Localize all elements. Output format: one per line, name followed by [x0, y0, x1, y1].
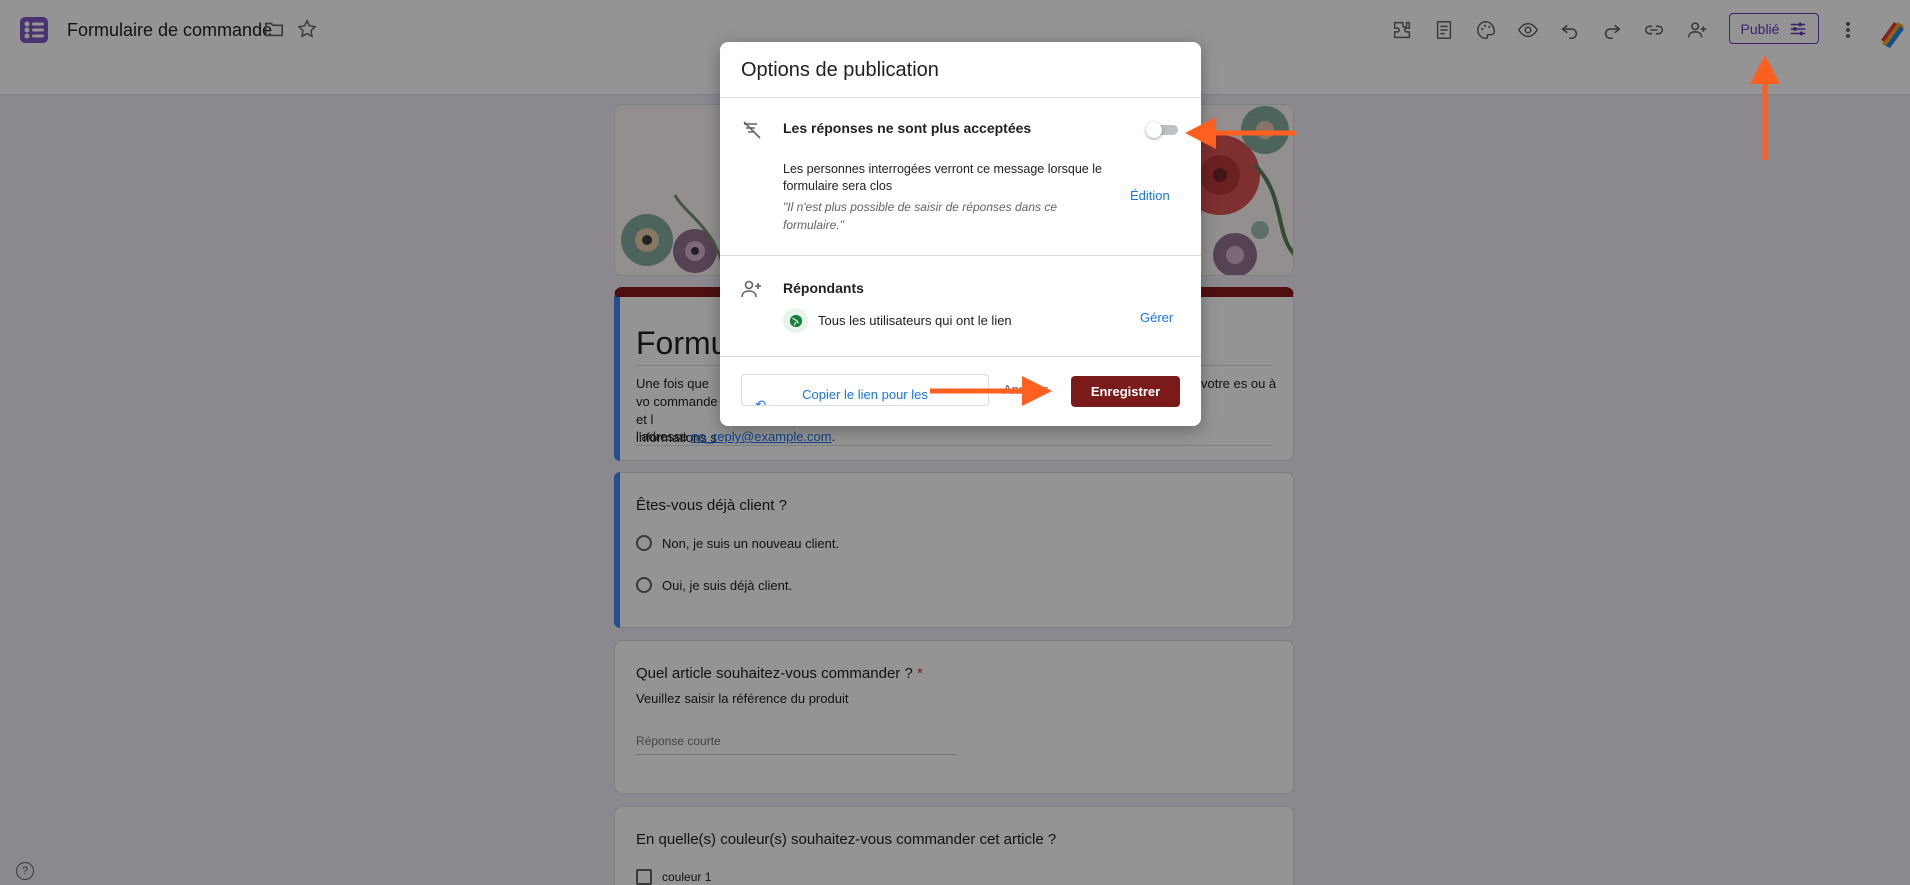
copy-link-button[interactable]: Copier le lien pour les ⟲ — [741, 374, 989, 406]
edit-message-link[interactable]: Édition — [1130, 188, 1170, 203]
responses-closed-label: Les réponses ne sont plus acceptées — [783, 120, 1032, 136]
responses-closed-icon — [743, 121, 761, 139]
toggle-knob — [1146, 122, 1162, 138]
closed-message-description: Les personnes interrogées verront ce mes… — [783, 162, 1102, 193]
respondents-label: Répondants — [783, 280, 864, 296]
divider — [720, 255, 1201, 256]
respondents-scope: Tous les utilisateurs qui ont le lien — [783, 308, 1012, 333]
respondents-icon — [741, 280, 761, 298]
closed-message-quote: "Il n'est plus possible de saisir de rép… — [783, 200, 1058, 232]
copy-link-label: Copier le lien pour les — [802, 386, 928, 402]
accept-responses-toggle[interactable] — [1146, 122, 1178, 138]
cancel-button[interactable]: Annuler — [1003, 382, 1048, 397]
dialog-title: Options de publication — [741, 59, 939, 81]
globe-icon — [783, 308, 808, 333]
publish-options-dialog: Options de publication Les réponses ne s… — [720, 42, 1201, 426]
save-button[interactable]: Enregistrer — [1071, 376, 1180, 407]
respondents-scope-text: Tous les utilisateurs qui ont le lien — [818, 313, 1012, 328]
link-icon: ⟲ — [755, 397, 766, 406]
manage-respondents-link[interactable]: Gérer — [1140, 310, 1173, 325]
divider — [720, 97, 1201, 98]
divider — [720, 356, 1201, 357]
